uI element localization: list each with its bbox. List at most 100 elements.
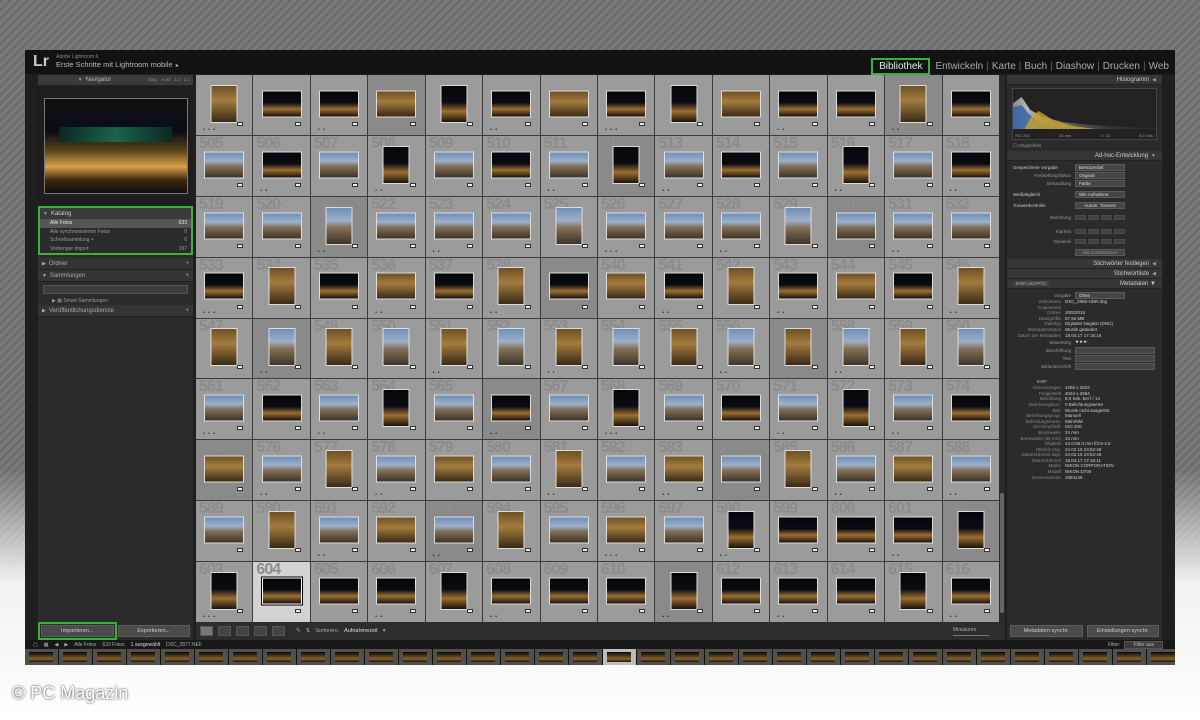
sync-settings-button[interactable]: Einstellungen synchr. — [1086, 625, 1159, 637]
photo-thumbnail[interactable] — [204, 212, 245, 239]
edit-badge-icon[interactable] — [926, 548, 933, 553]
photo-thumbnail[interactable] — [835, 455, 876, 483]
photo-thumbnail[interactable] — [606, 577, 647, 605]
filmstrip-thumbnail[interactable] — [535, 649, 568, 665]
grid-cell[interactable]: 528 • • — [712, 196, 770, 257]
grid-cell[interactable]: 525 — [540, 196, 597, 257]
filmstrip-thumbnail[interactable] — [1011, 649, 1044, 665]
filmstrip-source[interactable]: Alle Fotos — [74, 642, 96, 648]
edit-badge-icon[interactable] — [237, 548, 244, 553]
grid-cell[interactable] — [540, 75, 597, 135]
grid-cell[interactable]: 601 • • — [885, 501, 942, 562]
edit-badge-icon[interactable] — [294, 548, 301, 553]
photo-thumbnail[interactable] — [491, 212, 532, 239]
edit-badge-icon[interactable] — [524, 243, 531, 248]
photo-thumbnail[interactable] — [319, 394, 360, 422]
edit-badge-icon[interactable] — [754, 609, 761, 613]
grid-cell[interactable]: 547 — [196, 318, 253, 379]
add-collection-button[interactable]: + — [185, 273, 189, 279]
people-view-button[interactable] — [272, 626, 285, 636]
grid-cell[interactable]: 537 — [425, 257, 483, 318]
photo-thumbnail[interactable] — [210, 571, 238, 610]
keyword-list-header[interactable]: Stichwortliste ◀ — [1007, 269, 1162, 279]
metadata-value[interactable]: 18.04.17 17:16:16 — [1065, 333, 1101, 339]
step-button[interactable] — [1088, 214, 1099, 220]
grid-cell[interactable]: 611 • • — [655, 562, 712, 622]
photo-thumbnail[interactable] — [778, 394, 819, 422]
grid-cell[interactable]: 551 • • — [425, 318, 483, 379]
edit-badge-icon[interactable] — [811, 121, 818, 126]
edit-badge-icon[interactable] — [581, 609, 588, 613]
edit-badge-icon[interactable] — [467, 609, 474, 613]
grid-cell[interactable]: 561 • • • — [196, 379, 253, 440]
edit-badge-icon[interactable] — [409, 182, 416, 187]
grid-cell[interactable] — [368, 75, 425, 135]
grid-cell[interactable]: 543 • • — [770, 257, 827, 318]
filmstrip-thumbnail[interactable] — [297, 649, 330, 665]
grid-cell[interactable]: 563 • • — [310, 379, 368, 440]
photo-thumbnail[interactable] — [721, 577, 762, 605]
filmstrip-thumbnail[interactable] — [1147, 649, 1175, 665]
grid-cell[interactable]: 555 — [655, 318, 712, 379]
edit-badge-icon[interactable] — [524, 121, 531, 126]
photo-thumbnail[interactable] — [957, 328, 985, 367]
photo-thumbnail[interactable] — [606, 455, 647, 483]
filmstrip-thumbnail[interactable] — [365, 649, 398, 665]
photo-thumbnail[interactable] — [433, 212, 474, 239]
grid-cell[interactable]: 526 • • • — [597, 196, 655, 257]
original-photo-checkbox[interactable]: ☐ Originalfoto — [1007, 143, 1162, 151]
edit-badge-icon[interactable] — [754, 121, 761, 126]
grid-cell[interactable]: 520 — [253, 196, 310, 257]
grid-cell[interactable]: 610 — [597, 562, 655, 622]
photo-thumbnail[interactable] — [957, 267, 985, 306]
filmstrip-thumbnail[interactable] — [909, 649, 942, 665]
sort-select[interactable]: Aufnahmezeit — [344, 628, 378, 634]
photo-thumbnail[interactable] — [727, 510, 755, 549]
filmstrip-thumbnail[interactable] — [263, 649, 296, 665]
survey-view-button[interactable] — [254, 626, 267, 636]
navigator-photo[interactable] — [43, 98, 188, 194]
grid-cell[interactable]: 529 — [770, 196, 827, 257]
photo-thumbnail[interactable] — [893, 212, 934, 239]
edit-badge-icon[interactable] — [754, 365, 761, 370]
edit-badge-icon[interactable] — [811, 548, 818, 553]
photo-thumbnail[interactable] — [606, 272, 647, 300]
edit-badge-icon[interactable] — [639, 243, 646, 248]
photo-thumbnail[interactable] — [376, 212, 417, 239]
grid-cell[interactable]: 582 — [597, 440, 655, 501]
rating-stars[interactable]: ★★★· — [1075, 339, 1089, 345]
filmstrip-thumbnail[interactable] — [59, 649, 92, 665]
edit-badge-icon[interactable] — [467, 426, 474, 431]
grid-cell[interactable]: 559 — [885, 318, 942, 379]
edit-badge-icon[interactable] — [467, 182, 474, 187]
grid-cell[interactable]: 607 — [425, 562, 483, 622]
photo-thumbnail[interactable] — [721, 90, 762, 118]
step-button[interactable] — [1101, 238, 1112, 244]
edit-badge-icon[interactable] — [524, 304, 531, 309]
grid-cell[interactable]: 507 — [310, 135, 368, 196]
edit-badge-icon[interactable] — [926, 182, 933, 187]
grid-cell[interactable]: 523 • • — [425, 196, 483, 257]
edit-badge-icon[interactable] — [352, 548, 359, 553]
edit-badge-icon[interactable] — [524, 609, 531, 613]
photo-thumbnail[interactable] — [268, 328, 296, 367]
grid-cell[interactable]: 554 — [597, 318, 655, 379]
photo-thumbnail[interactable] — [555, 206, 583, 245]
grid-cell[interactable]: 572 — [827, 379, 885, 440]
step-button[interactable] — [1088, 238, 1099, 244]
edit-badge-icon[interactable] — [696, 121, 703, 126]
edit-badge-icon[interactable] — [811, 365, 818, 370]
photo-thumbnail[interactable] — [842, 389, 870, 428]
grid-cell[interactable]: 546 • • — [942, 257, 999, 318]
filmstrip-thumbnail[interactable] — [195, 649, 228, 665]
grid-cell[interactable]: 527 — [655, 196, 712, 257]
grid-cell[interactable]: 576 • • — [253, 440, 310, 501]
grid-cell[interactable]: 584 — [712, 440, 770, 501]
filmstrip-thumbnail[interactable] — [331, 649, 364, 665]
add-publish-service-button[interactable]: + — [185, 308, 189, 314]
photo-thumbnail[interactable] — [433, 272, 474, 300]
edit-badge-icon[interactable] — [869, 243, 876, 248]
edit-badge-icon[interactable] — [524, 487, 531, 492]
module-bibliothek[interactable]: Bibliothek — [871, 58, 931, 75]
edit-badge-icon[interactable] — [639, 487, 646, 492]
